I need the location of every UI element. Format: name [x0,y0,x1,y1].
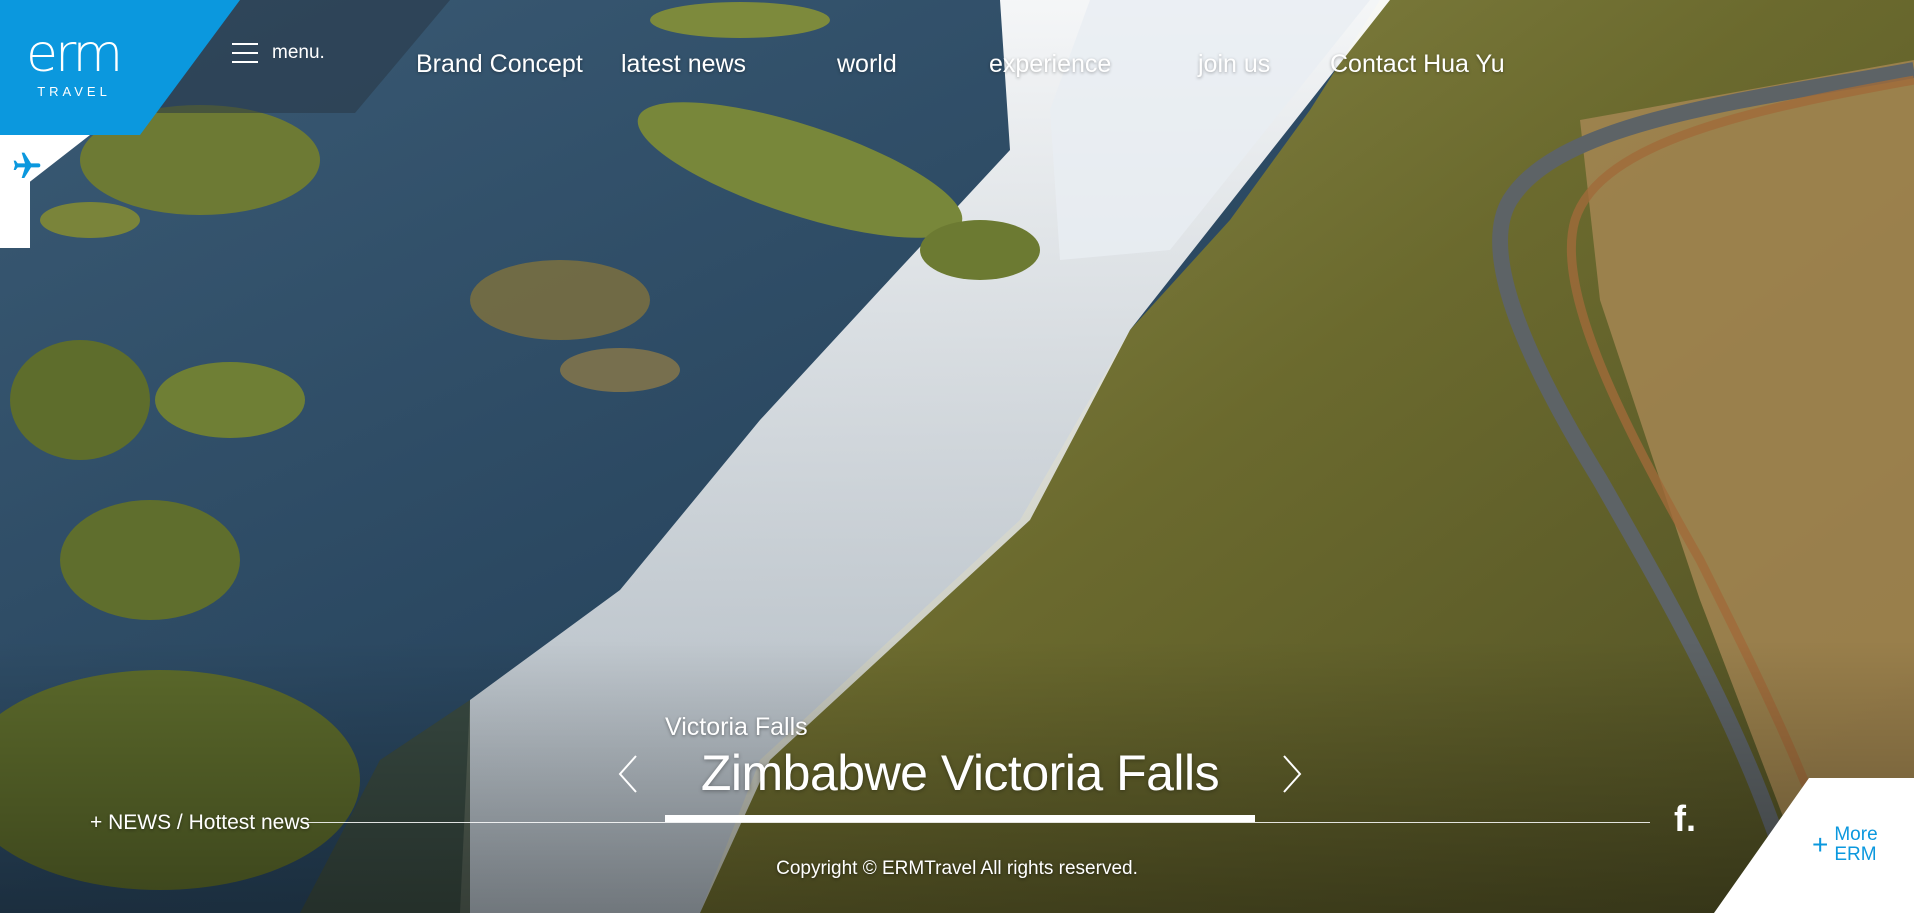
menu-label: menu. [272,42,325,63]
logo-wordmark: erm [26,24,123,84]
nav-item-experience[interactable]: experience [989,50,1111,79]
erm-travel-logo[interactable]: erm TRAVEL [0,0,150,135]
news-divider [305,822,1650,823]
airplane-icon[interactable] [10,150,46,182]
news-link[interactable]: + NEWS / Hottest news [90,811,310,835]
slide-progress-bar [665,815,1255,822]
nav-item-contact[interactable]: Contact Hua Yu [1330,50,1505,79]
nav-item-latest-news[interactable]: latest news [621,50,746,79]
more-erm-label: More ERM [1834,824,1878,865]
nav-item-join-us[interactable]: join us [1198,50,1270,79]
menu-button[interactable]: menu. [232,42,325,64]
chevron-right-icon[interactable] [1276,752,1306,796]
plus-icon: + [1812,829,1829,860]
logo-subtitle: TRAVEL [37,84,111,99]
hamburger-icon [232,43,258,63]
facebook-link[interactable]: f. [1674,798,1696,840]
nav-item-world[interactable]: world [837,50,897,79]
chevron-left-icon[interactable] [614,752,644,796]
nav-item-brand-concept[interactable]: Brand Concept [416,50,583,79]
copyright-text: Copyright © ERMTravel All rights reserve… [776,858,1138,879]
slide-subtitle: Victoria Falls [665,713,808,741]
slide-title: Zimbabwe Victoria Falls [700,745,1220,801]
more-erm-link[interactable]: + More ERM [1812,825,1884,865]
